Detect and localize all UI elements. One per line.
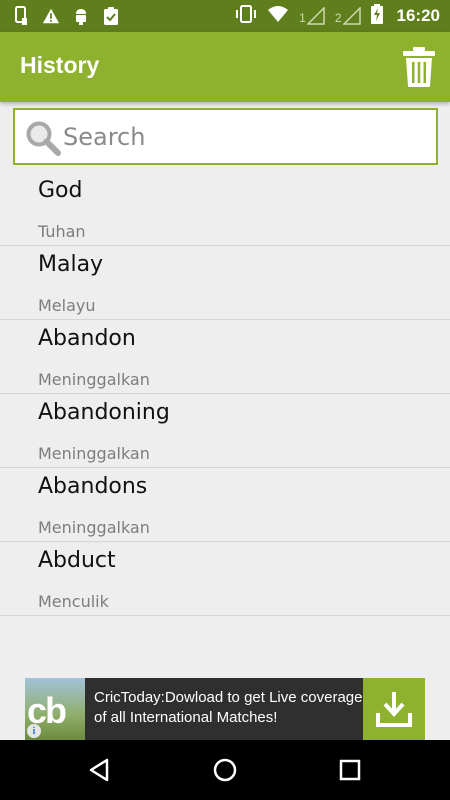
- clear-history-button[interactable]: [402, 46, 436, 88]
- history-meaning: Melayu: [38, 296, 96, 315]
- history-list: God Tuhan Malay Melayu Abandon Meninggal…: [0, 172, 450, 616]
- history-word: Abandoning: [38, 400, 170, 425]
- sim1-signal: 1: [299, 7, 325, 25]
- search-box[interactable]: [13, 108, 438, 165]
- vibrate-icon: [235, 4, 257, 28]
- page-title: History: [20, 52, 100, 78]
- status-bar: 1 2 16:20: [0, 0, 450, 32]
- history-word: Malay: [38, 252, 104, 277]
- history-item-abandons[interactable]: Abandons Meninggalkan: [0, 468, 450, 542]
- sim2-signal: 2: [335, 7, 361, 25]
- history-word: Abandon: [38, 326, 136, 351]
- ad-logo: cb i: [25, 678, 85, 740]
- warning-icon: [42, 6, 60, 26]
- history-item-abandon[interactable]: Abandon Meninggalkan: [0, 320, 450, 394]
- back-button[interactable]: [85, 755, 115, 785]
- notification-icons: [12, 6, 120, 26]
- navigation-bar: [0, 740, 450, 800]
- history-item-abduct[interactable]: Abduct Menculik: [0, 542, 450, 616]
- history-item-god[interactable]: God Tuhan: [0, 172, 450, 246]
- history-meaning: Menculik: [38, 592, 109, 611]
- download-icon: [376, 692, 412, 727]
- ad-text: CricToday:Dowload to get Live coverage o…: [94, 689, 363, 726]
- search-input[interactable]: [63, 118, 423, 156]
- battery-charging-icon: [370, 4, 383, 28]
- sim2-label: 2: [334, 11, 342, 25]
- history-item-abandoning[interactable]: Abandoning Meninggalkan: [0, 394, 450, 468]
- home-icon: [213, 758, 237, 782]
- home-button[interactable]: [210, 755, 240, 785]
- history-item-malay[interactable]: Malay Melayu: [0, 246, 450, 320]
- clipboard-check-icon: [102, 6, 120, 26]
- recents-button[interactable]: [335, 755, 365, 785]
- ad-info-icon[interactable]: i: [27, 724, 41, 738]
- ad-banner[interactable]: cb i CricToday:Dowload to get Live cover…: [25, 678, 425, 740]
- phone-notification-icon: [12, 6, 30, 26]
- sim1-label: 1: [299, 11, 306, 25]
- history-word: God: [38, 178, 83, 203]
- ad-download-button[interactable]: [363, 678, 425, 740]
- signal-icon: [342, 7, 361, 25]
- back-icon: [89, 758, 109, 782]
- system-status-icons: 1 2 16:20: [235, 0, 440, 32]
- signal-icon: [306, 7, 325, 25]
- app-bar: History: [0, 32, 450, 102]
- history-meaning: Tuhan: [38, 222, 86, 241]
- status-time: 16:20: [396, 6, 440, 25]
- history-word: Abduct: [38, 548, 116, 573]
- android-debug-icon: [72, 6, 90, 26]
- history-meaning: Meninggalkan: [38, 518, 150, 537]
- history-meaning: Meninggalkan: [38, 444, 150, 463]
- search-icon: [26, 121, 61, 156]
- wifi-icon: [267, 5, 289, 27]
- history-word: Abandons: [38, 474, 148, 499]
- recents-icon: [339, 759, 361, 781]
- history-meaning: Meninggalkan: [38, 370, 150, 389]
- trash-icon: [403, 47, 435, 87]
